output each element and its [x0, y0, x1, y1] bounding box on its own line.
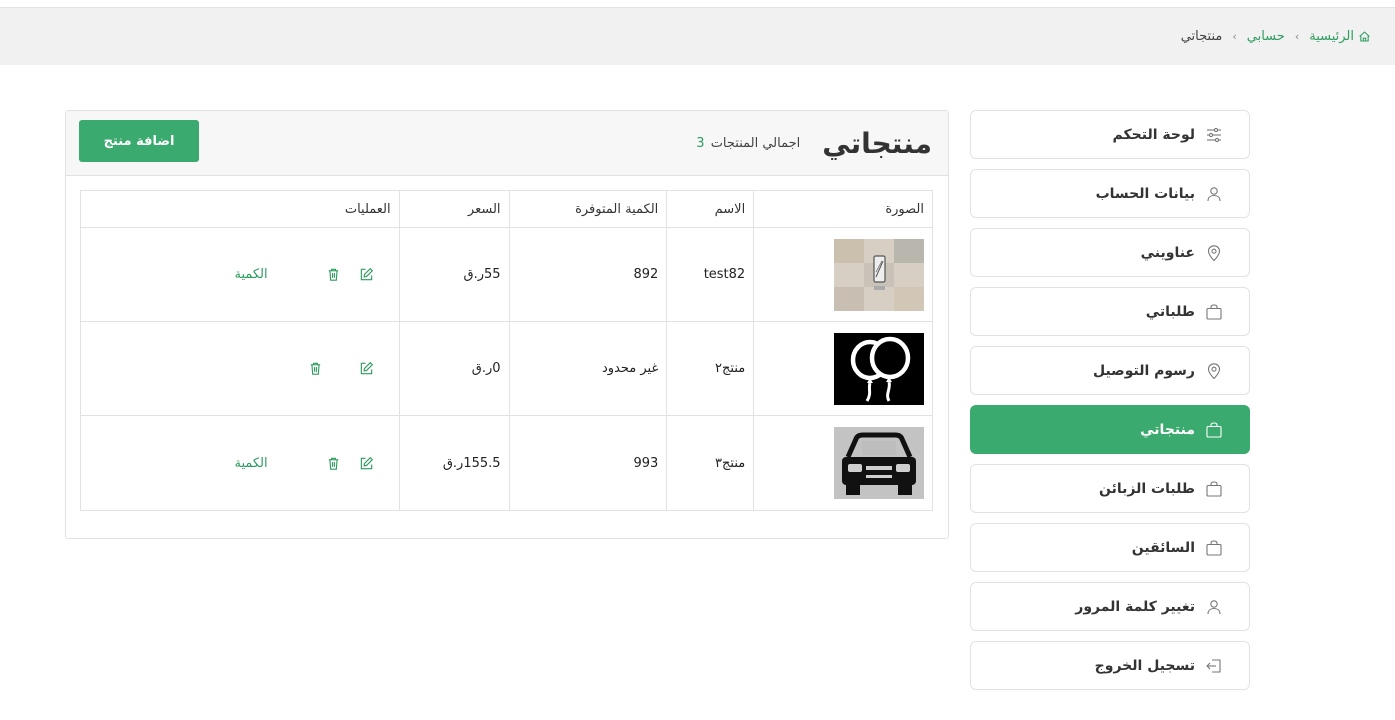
product-image-cell [753, 227, 933, 322]
breadcrumb-bar: الرئيسية › حسابي › منتجاتي [0, 8, 1395, 65]
product-name[interactable]: منتج٢ [666, 321, 755, 416]
column-header-operations: العمليات [80, 190, 400, 228]
product-quantity: 892 [508, 227, 668, 322]
product-quantity: 993 [508, 415, 668, 511]
top-border [0, 0, 1395, 8]
product-operations [80, 321, 400, 416]
car-thumbnail[interactable] [834, 427, 924, 499]
sidebar-item-label: لوحة التحكم [1112, 126, 1195, 143]
quantity-link[interactable]: الكمية [234, 267, 267, 282]
edit-icon[interactable] [359, 361, 374, 376]
sidebar-item-label: طلبات الزبائن [1099, 480, 1195, 497]
operations-group: الكمية [89, 267, 391, 282]
product-name[interactable]: test82 [666, 227, 755, 322]
operations-group [89, 361, 391, 376]
sidebar-item-logout[interactable]: تسجيل الخروج [970, 641, 1250, 690]
product-price: 0ر.ق [398, 321, 510, 416]
column-header-image: الصورة [753, 190, 933, 228]
sidebar-item-label: منتجاتي [1140, 421, 1195, 438]
phone-thumbnail[interactable] [834, 238, 924, 311]
edit-icon[interactable] [359, 456, 374, 471]
sidebar-item-label: السائقين [1131, 539, 1195, 556]
sidebar-item-drivers[interactable]: السائقين [970, 523, 1250, 572]
balloons-thumbnail[interactable] [834, 332, 924, 405]
sidebar-item-label: بيانات الحساب [1095, 185, 1195, 202]
breadcrumb-current: منتجاتي [1180, 29, 1223, 44]
sidebar-item-customer-orders[interactable]: طلبات الزبائن [970, 464, 1250, 513]
delete-icon[interactable] [326, 456, 341, 471]
logout-icon [1205, 657, 1223, 675]
column-header-name: الاسم [666, 190, 755, 228]
bag-icon [1205, 303, 1223, 321]
product-price: 55ر.ق [398, 227, 510, 322]
bag-icon [1205, 421, 1223, 439]
product-image-cell [753, 415, 933, 511]
breadcrumb-home-link[interactable]: الرئيسية [1309, 29, 1371, 44]
quantity-link[interactable]: الكمية [234, 456, 267, 471]
products-table: الصورة الاسم الكمية المتوفرة السعر العمل… [80, 190, 933, 511]
sidebar-item-delivery-fees[interactable]: رسوم التوصيل [970, 346, 1250, 395]
delete-icon[interactable] [326, 267, 341, 282]
sidebar-item-label: طلباتي [1145, 303, 1195, 320]
user-icon [1205, 598, 1223, 616]
products-card-header: منتجاتي اجمالي المنتجات 3 اضافة منتج [66, 111, 948, 176]
product-operations: الكمية [80, 227, 400, 322]
sidebar-item-orders[interactable]: طلباتي [970, 287, 1250, 336]
sidebar-item-addresses[interactable]: عناويني [970, 228, 1250, 277]
breadcrumb-account-link[interactable]: حسابي [1247, 29, 1285, 44]
delete-icon[interactable] [308, 361, 323, 376]
breadcrumb-separator: › [1232, 30, 1237, 43]
sliders-icon [1205, 126, 1223, 144]
sidebar-item-label: تسجيل الخروج [1094, 657, 1195, 674]
table-row: منتج٢ غير محدود 0ر.ق [80, 321, 933, 416]
breadcrumb-separator: › [1294, 30, 1300, 43]
page-title: منتجاتي [822, 126, 932, 160]
sidebar-item-label: عناويني [1140, 244, 1195, 261]
bag-icon [1205, 480, 1223, 498]
bag-icon [1205, 539, 1223, 557]
account-sidebar: لوحة التحكم بيانات الحساب عناويني طلباتي… [970, 110, 1250, 690]
sidebar-item-dashboard[interactable]: لوحة التحكم [970, 110, 1250, 159]
sidebar-item-label: رسوم التوصيل [1092, 362, 1195, 379]
product-image-cell [753, 321, 933, 416]
home-icon [1359, 31, 1370, 42]
total-products-label: اجمالي المنتجات [710, 135, 801, 151]
breadcrumb: الرئيسية › حسابي › منتجاتي [1181, 29, 1371, 44]
sidebar-item-change-password[interactable]: تغيير كلمة المرور [970, 582, 1250, 631]
total-products-count: 3 [696, 135, 705, 151]
product-operations: الكمية [80, 415, 400, 511]
total-products: اجمالي المنتجات 3 [696, 136, 800, 151]
sidebar-item-label: تغيير كلمة المرور [1075, 598, 1195, 615]
column-header-price: السعر [398, 190, 510, 228]
sidebar-item-account-info[interactable]: بيانات الحساب [970, 169, 1250, 218]
product-price: 155.5ر.ق [398, 415, 510, 511]
table-row: test82 892 55ر.ق الكمية [80, 227, 933, 322]
edit-icon[interactable] [359, 267, 374, 282]
table-header-row: الصورة الاسم الكمية المتوفرة السعر العمل… [80, 190, 933, 228]
product-quantity: غير محدود [508, 321, 668, 416]
product-name[interactable]: منتج٣ [666, 415, 755, 511]
breadcrumb-home-label: الرئيسية [1309, 29, 1354, 44]
map-pin-icon [1205, 244, 1223, 262]
products-card: منتجاتي اجمالي المنتجات 3 اضافة منتج الص… [65, 110, 949, 539]
user-icon [1205, 185, 1223, 203]
column-header-quantity: الكمية المتوفرة [508, 190, 668, 228]
table-row: منتج٣ 993 155.5ر.ق الكمية [80, 415, 933, 511]
operations-group: الكمية [89, 456, 391, 471]
add-product-button[interactable]: اضافة منتج [79, 120, 199, 162]
sidebar-item-my-products[interactable]: منتجاتي [970, 405, 1250, 454]
map-pin-icon [1205, 362, 1223, 380]
